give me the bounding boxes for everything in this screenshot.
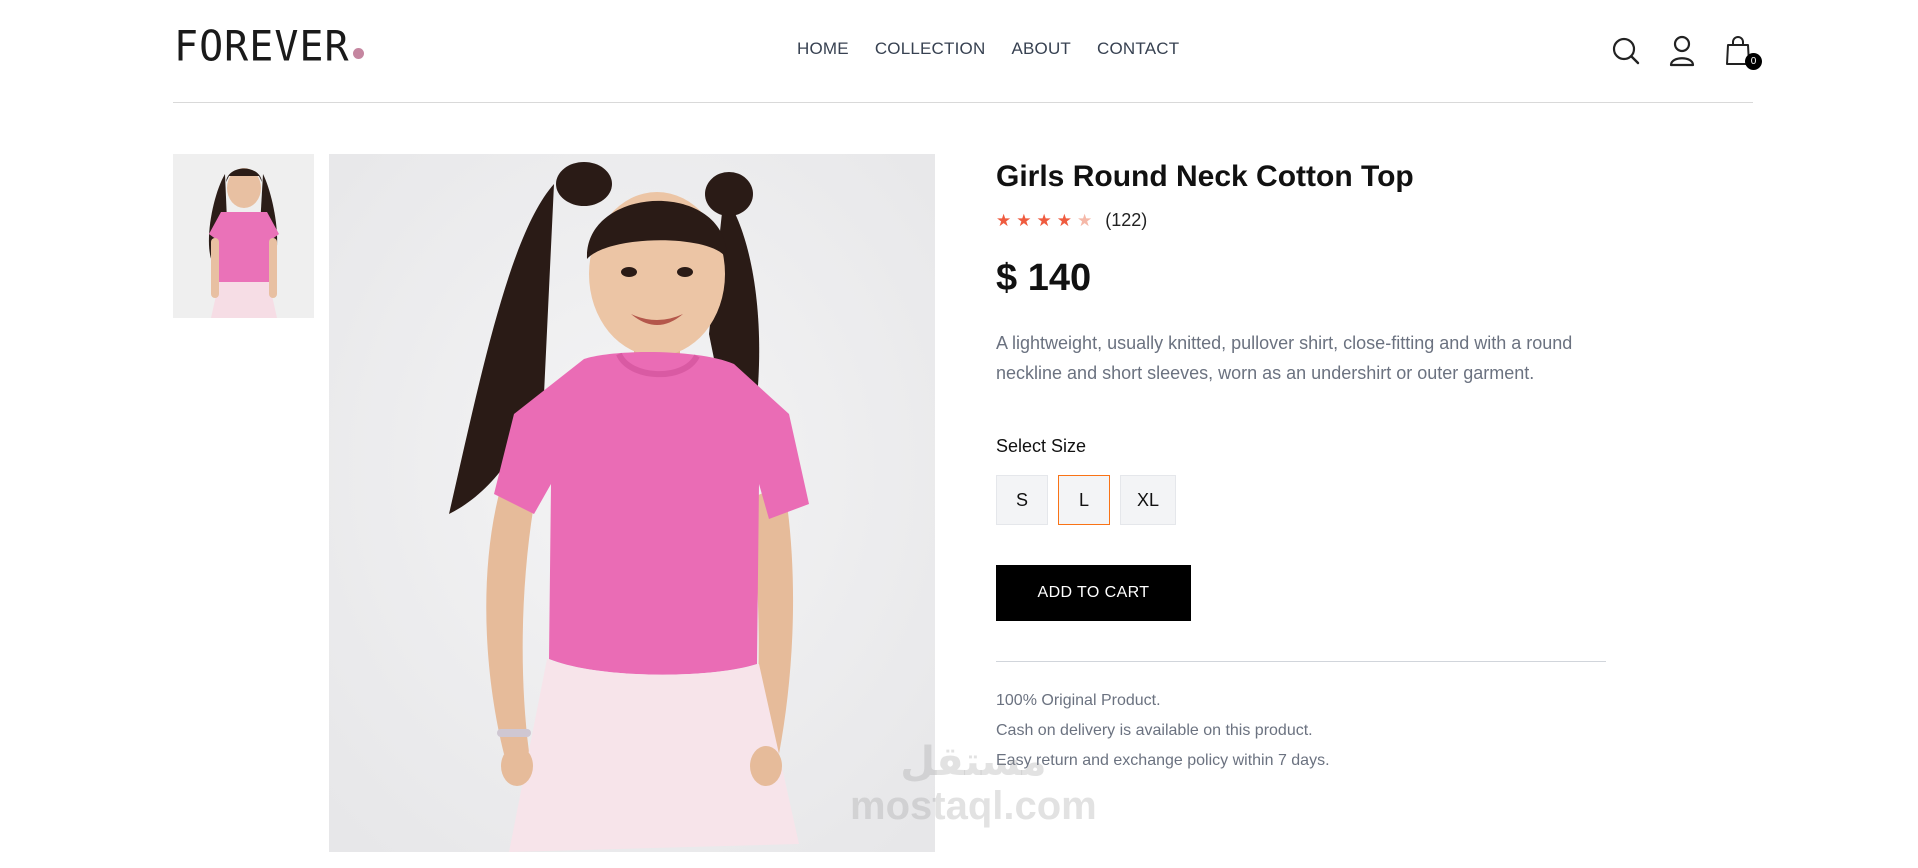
star-empty-icon: ★: [1077, 211, 1093, 230]
cart-count-badge: 0: [1745, 53, 1762, 70]
size-option-xl[interactable]: XL: [1120, 475, 1177, 525]
product-info: Girls Round Neck Cotton Top ★ ★ ★ ★ ★ (1…: [996, 160, 1606, 776]
product-title: Girls Round Neck Cotton Top: [996, 160, 1414, 193]
size-label: Select Size: [996, 436, 1087, 456]
logo[interactable]: FOREVER: [174, 22, 364, 72]
star-filled-icon: ★: [1036, 211, 1052, 230]
nav-contact[interactable]: CONTACT: [1097, 39, 1179, 59]
product-main-image: [329, 154, 935, 852]
header-icons: 0: [1611, 34, 1762, 70]
product-rating: ★ ★ ★ ★ ★ (122): [996, 210, 1606, 231]
nav-home[interactable]: HOME: [797, 39, 849, 59]
policy-cod: Cash on delivery is available on this pr…: [996, 722, 1313, 739]
product-price: $ 140: [996, 257, 1092, 299]
size-option-s[interactable]: S: [996, 475, 1048, 525]
size-options: S L XL: [996, 475, 1606, 525]
logo-text: FOREVER: [174, 22, 350, 72]
product-policies: 100% Original Product. Cash on delivery …: [996, 686, 1606, 776]
nav-about[interactable]: ABOUT: [1011, 39, 1071, 59]
user-icon[interactable]: [1667, 34, 1697, 68]
divider: [996, 661, 1606, 662]
size-option-l[interactable]: L: [1058, 475, 1110, 525]
add-to-cart-button[interactable]: ADD TO CART: [996, 565, 1191, 621]
logo-dot: [352, 48, 364, 59]
star-filled-icon: ★: [1056, 211, 1072, 230]
shopping-bag-icon[interactable]: 0: [1723, 34, 1762, 70]
nav-collection[interactable]: COLLECTION: [875, 39, 986, 59]
product-thumbnail[interactable]: [173, 154, 314, 318]
policy-original: 100% Original Product.: [996, 692, 1161, 709]
main-nav: HOME COLLECTION ABOUT CONTACT: [797, 39, 1179, 59]
product-description: A lightweight, usually knitted, pullover…: [996, 333, 1573, 383]
star-filled-icon: ★: [1016, 211, 1032, 230]
product-thumbnail-image: [173, 154, 314, 318]
site-header: FOREVER HOME COLLECTION ABOUT CONTACT 0: [173, 0, 1762, 103]
product-main-photo: [329, 154, 935, 852]
rating-count: (122): [1105, 210, 1148, 230]
policy-returns: Easy return and exchange policy within 7…: [996, 752, 1330, 769]
search-icon[interactable]: [1611, 34, 1641, 68]
star-filled-icon: ★: [996, 211, 1012, 230]
